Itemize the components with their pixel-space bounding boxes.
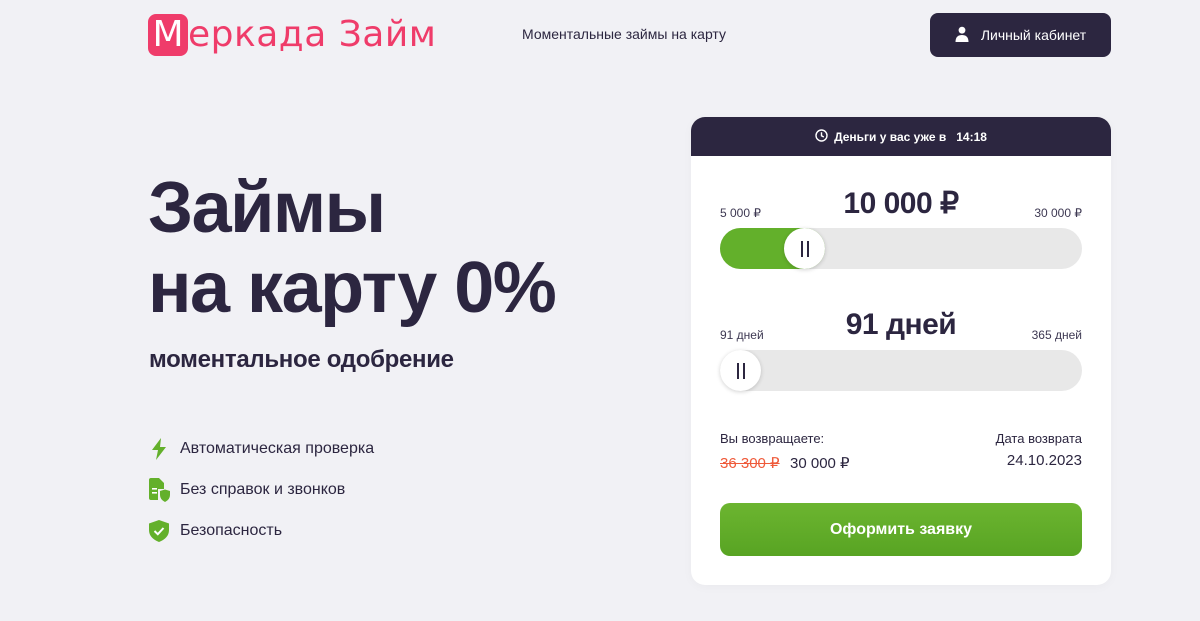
term-value: 91 дней [845, 308, 957, 341]
header-tagline: Моментальные займы на карту [522, 26, 726, 42]
term-slider-track[interactable] [720, 350, 1082, 391]
hero-title-line-1: Займы [148, 168, 386, 248]
user-icon [955, 26, 969, 45]
term-slider-handle[interactable] [720, 350, 761, 391]
return-date-label: Дата возврата [995, 431, 1082, 446]
repay-label: Вы возвращаете: [720, 431, 825, 446]
hero-title-line-2: на карту 0% [148, 248, 557, 328]
feature-list: Автоматическая проверка Без справок и зв… [148, 428, 374, 551]
return-date-value: 24.10.2023 [1006, 452, 1082, 469]
shield-check-icon [148, 519, 170, 543]
feature-label: Безопасность [180, 521, 283, 539]
repay-amount: 30 000 ₽ [790, 455, 850, 472]
lightning-icon [148, 437, 170, 461]
amount-value: 10 000 ₽ [843, 187, 959, 220]
hero-title: Займы на карту 0% [148, 168, 557, 328]
logo-mark: М [148, 14, 188, 56]
term-slider-group: 91 дней 91 дней 365 дней [720, 305, 1082, 395]
logo[interactable]: М еркада Займ [148, 14, 436, 56]
logo-text: еркада Займ [188, 14, 437, 55]
repay-old-amount: 36 300 ₽ [720, 455, 780, 472]
term-max-label: 365 дней [1031, 328, 1082, 342]
feature-label: Автоматическая проверка [180, 439, 375, 457]
feature-label: Без справок и звонков [180, 480, 346, 498]
feature-item: Автоматическая проверка [148, 428, 374, 469]
hero-subtitle: моментальное одобрение [149, 346, 454, 373]
apply-button[interactable]: Оформить заявку [720, 503, 1082, 556]
card-header: Деньги у вас уже в 14:18 [691, 117, 1111, 156]
card-header-time: 14:18 [956, 129, 987, 144]
card-header-text: Деньги у вас уже в [834, 129, 947, 144]
personal-account-button[interactable]: Личный кабинет [930, 13, 1111, 57]
clock-icon [815, 128, 828, 145]
personal-account-label: Личный кабинет [980, 27, 1087, 43]
amount-slider-handle[interactable] [784, 228, 826, 269]
feature-item: Безопасность [148, 510, 374, 551]
amount-max-label: 30 000 ₽ [1034, 206, 1082, 220]
loan-calculator-card: Деньги у вас уже в 14:18 5 000 ₽ 10 000 … [691, 117, 1111, 585]
document-shield-icon [148, 477, 170, 502]
feature-item: Без справок и звонков [148, 469, 374, 510]
amount-slider-group: 5 000 ₽ 10 000 ₽ 30 000 ₽ [720, 183, 1082, 273]
amount-slider-track[interactable] [720, 228, 1082, 269]
